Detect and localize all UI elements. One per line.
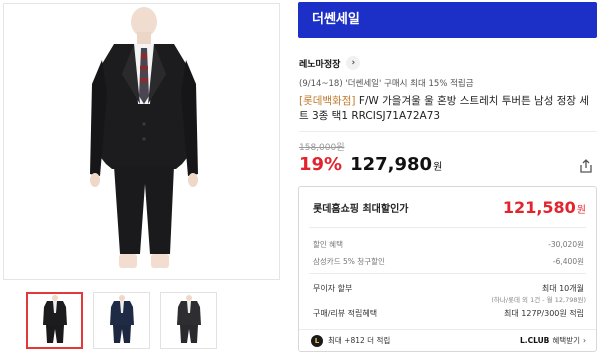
max-discount-box: 롯데홈쇼핑 최대할인가 121,580원 할인 혜택 -30,020원 삼성카드… — [298, 186, 597, 352]
chevron-right-icon: › — [346, 56, 361, 70]
lclub-points: L 최대 +812 더 적립 — [311, 334, 391, 347]
suit-thumbnail-charcoal-icon — [176, 294, 201, 343]
lclub-row: L 최대 +812 더 적립 L.CLUB 혜택받기 › — [299, 329, 596, 351]
divider — [299, 131, 597, 132]
sale-banner[interactable]: 더쎈세일 — [298, 2, 597, 38]
currency-unit: 원 — [433, 162, 443, 173]
discount-benefit-row: 할인 혜택 -30,020원 — [313, 239, 584, 250]
store-name: 레노마정장 — [299, 59, 341, 70]
sale-price: 127,980 — [350, 154, 433, 175]
installment-row[interactable]: 무이자 할부 최대 10개월 — [313, 283, 584, 294]
max-discount-won: 원 — [576, 204, 586, 216]
installment-label: 무이자 할부 — [313, 284, 353, 293]
lclub-points-text: 최대 +812 더 적립 — [328, 336, 391, 345]
lclub-badge-icon: L — [311, 334, 323, 347]
installment-value: 최대 10개월 — [541, 284, 584, 293]
lclub-benefit-link[interactable]: L.CLUB 혜택받기 › — [520, 335, 586, 346]
thumbnail-2[interactable] — [93, 292, 150, 349]
review-points-value: 최대 127P/300원 적립 — [504, 309, 584, 318]
divider — [309, 227, 586, 228]
max-discount-label: 롯데홈쇼핑 최대할인가 — [313, 203, 409, 215]
max-discount-price-wrap: 121,580원 — [503, 198, 586, 217]
price-row: 19% 127,980원 — [299, 154, 442, 175]
suit-thumbnail-black-icon — [42, 294, 67, 343]
lclub-link-text: 혜택받기 — [552, 336, 580, 345]
discount-rate: 19% — [299, 154, 343, 175]
sale-banner-label: 더쎈세일 — [312, 12, 360, 27]
original-price: 158,000원 — [299, 143, 345, 153]
max-discount-price: 121,580 — [502, 197, 576, 217]
store-link[interactable]: 레노마정장 › — [299, 56, 361, 70]
row-label: 삼성카드 5% 청구할인 — [313, 257, 385, 266]
lclub-brand: L.CLUB — [519, 336, 550, 345]
sale-price-wrap: 127,980원 — [350, 154, 442, 175]
product-main-image[interactable] — [3, 3, 280, 280]
thumbnail-list — [26, 292, 217, 349]
installment-note: (하나/롯데 외 1건 - 월 12,798원) — [491, 296, 586, 304]
suit-thumbnail-navy-icon — [109, 294, 134, 343]
product-title: [롯데백화점] F/W 가을겨울 울 혼방 스트레치 투버튼 남성 정장 세트 … — [299, 94, 595, 124]
row-value: -30,020원 — [548, 240, 584, 249]
promo-note: (9/14~18) '더쎈세일' 구매시 최대 15% 적립금 — [299, 79, 474, 89]
chevron-right-icon: › — [583, 336, 586, 345]
divider — [309, 273, 586, 274]
review-points-label: 구매/리뷰 적립혜택 — [313, 309, 378, 318]
brand-tag: [롯데백화점] — [299, 95, 356, 107]
share-button[interactable] — [576, 156, 596, 176]
thumbnail-3[interactable] — [160, 292, 217, 349]
review-points-row[interactable]: 구매/리뷰 적립혜택 최대 127P/300원 적립 — [313, 308, 584, 319]
max-discount-header[interactable]: 롯데홈쇼핑 최대할인가 121,580원 — [299, 187, 596, 227]
suit-image — [90, 7, 198, 268]
row-label: 할인 혜택 — [313, 240, 343, 249]
share-icon — [580, 159, 592, 173]
row-value: -6,400원 — [552, 257, 584, 266]
card-discount-row: 삼성카드 5% 청구할인 -6,400원 — [313, 256, 584, 267]
thumbnail-1[interactable] — [26, 292, 83, 349]
